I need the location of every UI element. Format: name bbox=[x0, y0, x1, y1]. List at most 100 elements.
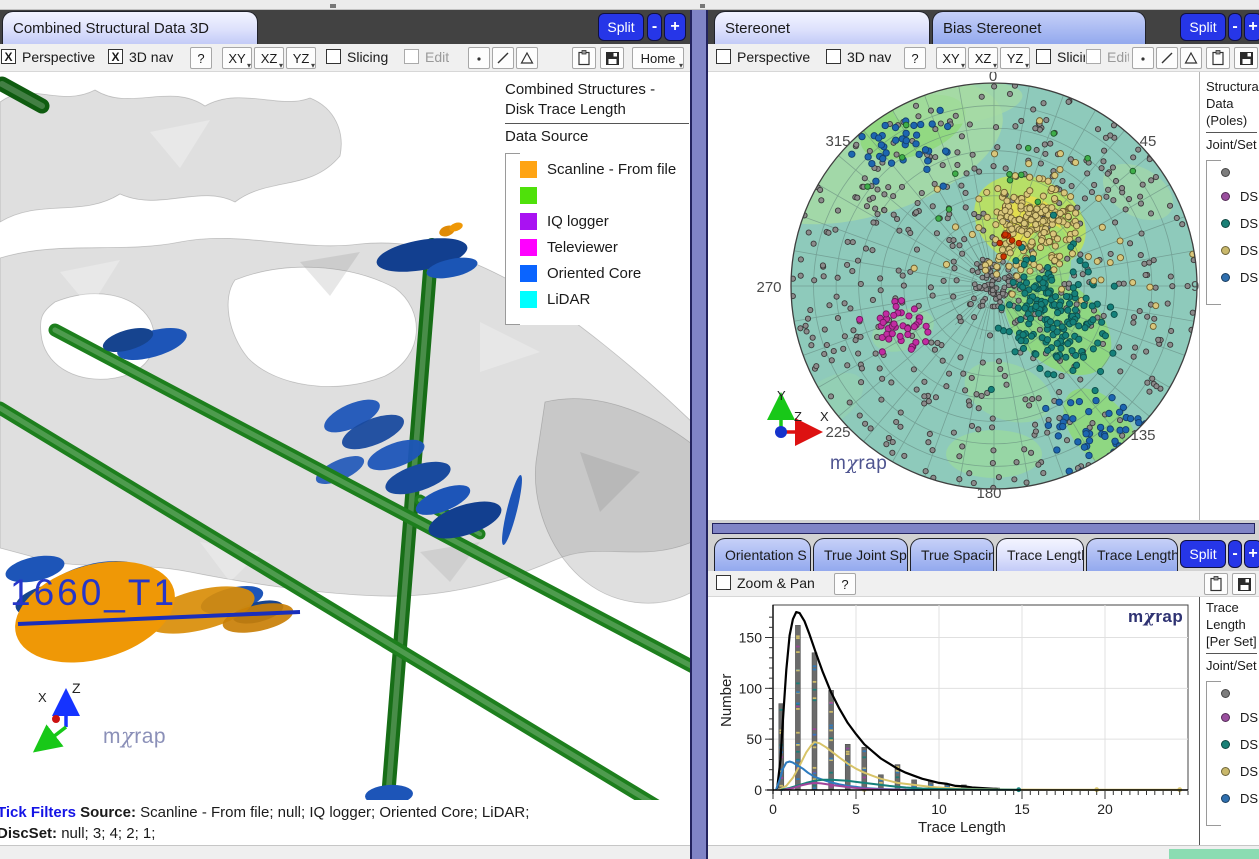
stereonet-viewport[interactable]: 04590135180225270315 Y Z X mχrap bbox=[708, 72, 1199, 520]
edit-checkbox bbox=[1086, 49, 1101, 64]
tab-combined-structural-data-3d[interactable]: Combined Structural Data 3D bbox=[2, 11, 258, 44]
legend-group-label: Joint/Set bbox=[1206, 137, 1257, 152]
cropped-text-fragment bbox=[330, 4, 336, 8]
left-tabband: Combined Structural Data 3D Split - + bbox=[0, 10, 690, 44]
clipboard-icon[interactable] bbox=[1204, 573, 1228, 595]
triad-y-label: Y bbox=[777, 388, 786, 403]
legend-group-label: Data Source bbox=[505, 128, 689, 145]
legend-item: Scanline - From file bbox=[520, 161, 689, 178]
tab-true-joint-spacing[interactable]: True Joint Sp bbox=[813, 538, 908, 571]
polygon-select-button[interactable] bbox=[1180, 47, 1202, 69]
3dnav-checkbox[interactable] bbox=[826, 49, 841, 64]
compass-label: 315 bbox=[825, 133, 850, 150]
x-tick-label: 15 bbox=[1014, 801, 1030, 817]
perspective-checkbox[interactable] bbox=[716, 49, 731, 64]
legend-item: DS 3 bbox=[1221, 243, 1257, 258]
perspective-label: Perspective bbox=[22, 49, 95, 65]
tick-filters-label: Tick Filters bbox=[0, 804, 80, 821]
zoom-pan-label: Zoom & Pan bbox=[737, 575, 815, 591]
compass-label: 135 bbox=[1130, 427, 1155, 444]
maximize-button[interactable]: + bbox=[664, 13, 686, 41]
panel-3d-view: Combined Structural Data 3D Split - + X … bbox=[0, 10, 690, 859]
line-select-button[interactable] bbox=[1156, 47, 1178, 69]
split-button[interactable]: Split bbox=[1180, 540, 1226, 568]
polygon-select-button[interactable] bbox=[516, 47, 538, 69]
triad-x-label: X bbox=[38, 690, 47, 705]
split-button[interactable]: Split bbox=[598, 13, 644, 41]
3d-viewport[interactable]: 1660_T1 Z X mχrap Combined Structures - … bbox=[0, 72, 690, 800]
save-icon[interactable] bbox=[1232, 573, 1256, 595]
legend-item: DS 2 bbox=[1221, 216, 1257, 231]
save-icon[interactable] bbox=[600, 47, 624, 69]
zoom-pan-checkbox[interactable] bbox=[716, 575, 731, 590]
legend-item bbox=[1221, 168, 1257, 177]
compass-label: 0 bbox=[989, 72, 997, 85]
y-tick-label: 100 bbox=[739, 680, 763, 696]
xy-view-button[interactable]: XY▾ bbox=[222, 47, 252, 69]
stereonet-tabband: Stereonet Bias Stereonet Split - + bbox=[708, 10, 1259, 44]
3dnav-checkbox[interactable]: X bbox=[108, 49, 123, 64]
source-value: Scanline - From file; null; IQ logger; O… bbox=[140, 804, 529, 821]
edit-label: Edit bbox=[1107, 49, 1129, 65]
legend-item: DS 1 bbox=[1221, 189, 1257, 204]
status-progress-bar bbox=[1169, 849, 1259, 859]
split-button[interactable]: Split bbox=[1180, 13, 1226, 41]
maximize-button[interactable]: + bbox=[1244, 13, 1259, 41]
minimize-button[interactable]: - bbox=[647, 13, 662, 41]
clipboard-icon[interactable] bbox=[1206, 47, 1230, 69]
minimize-button[interactable]: - bbox=[1228, 13, 1242, 41]
x-tick-label: 0 bbox=[769, 801, 777, 817]
mxrap-logo: mχrap bbox=[1128, 607, 1183, 627]
tick-filters-status: Tick Filters Source: Scanline - From fil… bbox=[0, 800, 690, 845]
legend-item: IQ logger bbox=[520, 213, 689, 230]
xz-view-button[interactable]: XZ▾ bbox=[254, 47, 284, 69]
help-button[interactable]: ? bbox=[190, 47, 212, 69]
slicing-checkbox[interactable] bbox=[1036, 49, 1051, 64]
legend-item bbox=[1221, 689, 1257, 698]
iq-logger-swatch bbox=[520, 213, 537, 230]
yz-view-button[interactable]: YZ▾ bbox=[286, 47, 316, 69]
yz-view-button[interactable]: YZ▾ bbox=[1000, 47, 1030, 69]
x-tick-label: 10 bbox=[931, 801, 947, 817]
point-select-button[interactable] bbox=[1132, 47, 1154, 69]
legend-item: DS 1 bbox=[1221, 710, 1257, 725]
compass-label: 45 bbox=[1140, 133, 1157, 150]
xy-view-button[interactable]: XY▾ bbox=[936, 47, 966, 69]
line-select-button[interactable] bbox=[492, 47, 514, 69]
xz-view-button[interactable]: XZ▾ bbox=[968, 47, 998, 69]
minimize-button[interactable]: - bbox=[1228, 540, 1242, 568]
tab-bias-stereonet[interactable]: Bias Stereonet bbox=[932, 11, 1146, 44]
tab-true-spacing[interactable]: True Spacing bbox=[910, 538, 994, 571]
lidar-swatch bbox=[520, 291, 537, 308]
vertical-splitter[interactable] bbox=[690, 10, 708, 859]
point-select-button[interactable] bbox=[468, 47, 490, 69]
slicing-checkbox[interactable] bbox=[326, 49, 341, 64]
tab-trace-length-2[interactable]: Trace Length bbox=[1086, 538, 1178, 571]
y-tick-label: 0 bbox=[754, 782, 762, 798]
horizontal-splitter[interactable] bbox=[708, 520, 1259, 537]
legend-item: LiDAR bbox=[520, 291, 689, 308]
bottom-toolbar: Zoom & Pan ? bbox=[708, 571, 1259, 597]
histogram-viewport[interactable]: 05101520050100150 Number Trace Length mχ… bbox=[708, 597, 1199, 845]
poles-legend: Structural Data (Poles) Joint/Set DS 1 D… bbox=[1199, 72, 1259, 520]
legend-item: DS 3 bbox=[1221, 764, 1257, 779]
legend-item: DS 4 bbox=[1221, 270, 1257, 285]
tab-trace-length-selected[interactable]: Trace Length bbox=[996, 538, 1084, 571]
slicing-label: Slicing bbox=[347, 49, 388, 65]
mxrap-logo: mχrap bbox=[103, 724, 166, 749]
tab-label: Combined Structural Data 3D bbox=[13, 20, 209, 37]
panel-trace-length: Orientation S True Joint Sp True Spacing… bbox=[708, 537, 1259, 859]
clipboard-icon[interactable] bbox=[572, 47, 596, 69]
help-button[interactable]: ? bbox=[834, 573, 856, 595]
stereonet-toolbar: Perspective 3D nav ? XY▾ XZ▾ YZ▾ Slicing… bbox=[708, 44, 1259, 72]
maximize-button[interactable]: + bbox=[1244, 540, 1259, 568]
save-icon[interactable] bbox=[1234, 47, 1258, 69]
tab-stereonet[interactable]: Stereonet bbox=[714, 11, 930, 44]
mxrap-window: Combined Structural Data 3D Split - + X … bbox=[0, 0, 1259, 859]
televiewer-swatch bbox=[520, 239, 537, 256]
help-button[interactable]: ? bbox=[904, 47, 926, 69]
home-button[interactable]: Home▾ bbox=[632, 47, 684, 69]
perspective-checkbox[interactable]: X bbox=[1, 49, 16, 64]
tab-orientation-set[interactable]: Orientation S bbox=[714, 538, 811, 571]
top-cropped-strip bbox=[0, 0, 1259, 10]
